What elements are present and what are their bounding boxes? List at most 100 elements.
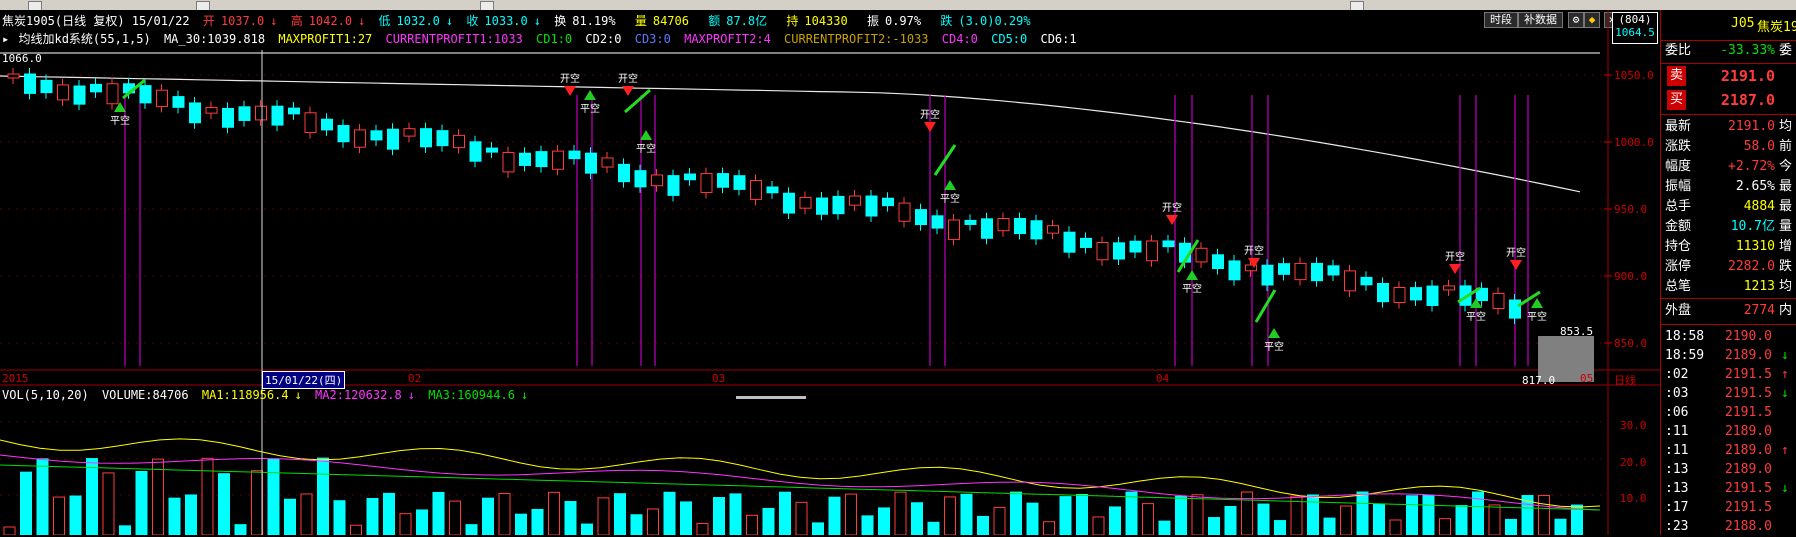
candle-body	[156, 89, 168, 107]
volume-bar	[432, 491, 445, 535]
volume-bar	[663, 491, 676, 535]
quote-row-right: 今	[1779, 159, 1793, 174]
volume-bar	[911, 502, 923, 535]
pointer-box: (804) 1064.5	[1612, 12, 1658, 44]
candle-body	[1377, 283, 1389, 303]
kline-chart: 平空开空平空开空平空开空平空开空平空开空平空开空平空开空平空	[0, 10, 1660, 535]
volume-bar	[515, 513, 527, 535]
short-signal-arrow	[924, 122, 936, 132]
candle-body	[172, 96, 185, 108]
volume-bar	[647, 508, 659, 535]
volume-bar	[581, 523, 593, 535]
tick-arrow: ↓	[1781, 386, 1789, 401]
volume-bar	[1340, 505, 1352, 535]
candle-body	[1294, 262, 1307, 281]
candle-body	[1426, 285, 1439, 306]
volume-bar	[779, 491, 791, 535]
long-signal-arrow	[584, 90, 596, 100]
candles	[7, 68, 1521, 325]
candle-body	[1030, 220, 1043, 240]
candle-body	[618, 163, 630, 183]
quote-row-value: +2.72%	[1728, 159, 1775, 174]
candle-body	[288, 107, 300, 115]
quote-panel: J05 焦炭190 委比 -33.33% 委 卖 2191.0 买 2187.0…	[1660, 10, 1796, 535]
signal-label: 平空	[1182, 282, 1202, 295]
volume-bars	[0, 438, 1601, 535]
candle-body	[783, 192, 795, 214]
low-marker: 817.0	[1522, 374, 1556, 387]
tick-row: :13 2191.5 ↓	[1661, 479, 1796, 499]
quote-row-label: 持仓	[1665, 239, 1692, 254]
contract-code: J05	[1731, 16, 1755, 31]
candle-body	[948, 219, 960, 240]
candle-body	[882, 197, 894, 207]
buy-row: 买 2187.0	[1661, 90, 1796, 112]
candle-body	[849, 195, 861, 206]
candle-body	[1492, 292, 1505, 309]
candle-body	[1080, 237, 1092, 248]
tick-time: :13	[1665, 481, 1689, 496]
volume-bar	[1158, 520, 1171, 535]
scroll-thumb[interactable]	[736, 396, 806, 399]
tick-time: :11	[1665, 424, 1689, 439]
volume-bar	[399, 513, 412, 535]
candle-body	[403, 128, 416, 137]
tick-time: :17	[1665, 500, 1689, 515]
volume-bar	[927, 521, 940, 535]
volume-header: VOL(5,10,20) VOLUME:84706 MA1:118956.4 ↓ …	[2, 388, 529, 402]
volume-bar	[168, 497, 181, 535]
volume-bar	[185, 494, 197, 535]
volume-bar	[1307, 494, 1319, 535]
volume-bar	[1488, 504, 1501, 535]
quote-row: 涨跌 58.0 前	[1661, 137, 1796, 157]
volume-bar	[251, 470, 263, 535]
period-label[interactable]: 日线	[1614, 372, 1636, 388]
volume-bar	[845, 493, 857, 535]
volume-bar	[234, 524, 247, 535]
candle-body	[931, 215, 944, 229]
tick-row: 18:59 2189.0 ↓	[1661, 346, 1796, 366]
volume-bar	[102, 472, 115, 535]
signal-label: 平空	[110, 114, 130, 127]
candle-body	[898, 202, 911, 222]
candle-body	[106, 83, 119, 105]
candle-body	[981, 218, 993, 239]
candle-body	[24, 73, 36, 94]
quote-row-right: 增	[1779, 239, 1793, 254]
volume-bar	[1323, 517, 1336, 535]
candle-body	[486, 147, 498, 153]
vol-tick: 20.0	[1620, 456, 1647, 469]
candle-body	[1327, 265, 1340, 276]
weibi-label: 委比	[1665, 43, 1692, 58]
volume-bar	[614, 493, 626, 535]
volume-bar	[53, 496, 65, 535]
volume-bar	[1208, 517, 1220, 535]
candle-body	[57, 84, 69, 101]
quote-row-value: 1213	[1743, 279, 1775, 294]
quote-row-value: 2191.0	[1728, 119, 1775, 134]
candle-body	[634, 170, 647, 188]
volume-bar	[1373, 503, 1385, 535]
candle-body	[651, 174, 663, 187]
candle-body	[1063, 231, 1076, 253]
weibi-value: -33.33%	[1720, 43, 1775, 58]
quote-row: 金额 10.7亿量	[1661, 217, 1796, 237]
volume-bar	[201, 457, 214, 535]
candle-body	[700, 173, 713, 193]
volume-bar	[383, 492, 395, 535]
candle-body	[73, 85, 86, 105]
tick-row: :11 2189.0	[1661, 422, 1796, 442]
candle-body	[1096, 241, 1109, 261]
candle-body	[601, 157, 614, 168]
volume-bar	[1059, 496, 1072, 535]
price-tick: 950.0	[1614, 203, 1648, 216]
chart-area[interactable]: 焦炭1905(日线 复权) 15/01/22 开 1037.0 ↓ 高 1042.0 ↓…	[0, 10, 1660, 535]
quote-row-right: 最	[1779, 199, 1793, 214]
volume-bar	[564, 501, 577, 535]
volume-bar	[1406, 495, 1418, 535]
tick-row: :03 2191.5 ↓	[1661, 384, 1796, 404]
candle-body	[1261, 264, 1274, 286]
volume-bar	[1125, 491, 1138, 535]
volume-bar	[317, 457, 329, 535]
quote-row: 涨停 2282.0 跌	[1661, 257, 1796, 277]
